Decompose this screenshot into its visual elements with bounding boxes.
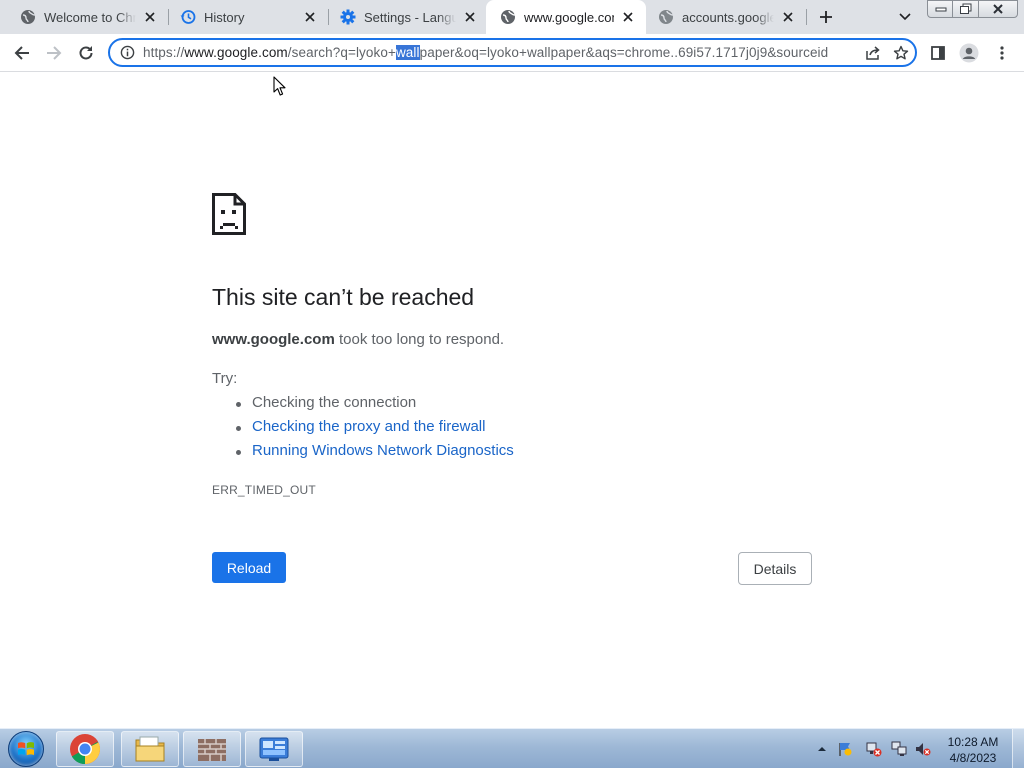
file-explorer-icon bbox=[135, 736, 165, 762]
error-desc-text: took too long to respond. bbox=[334, 331, 505, 348]
control-panel-icon bbox=[259, 737, 289, 761]
details-button[interactable]: Details bbox=[738, 552, 812, 585]
error-description: www.google.com took too long to respond. bbox=[212, 331, 504, 348]
browser-menu-button[interactable] bbox=[988, 39, 1016, 67]
suggestion-check-proxy-link[interactable]: Checking the proxy and the firewall bbox=[235, 418, 485, 435]
windows-taskbar: 10:28 AM 4/8/2023 bbox=[0, 728, 1024, 768]
plus-icon bbox=[820, 11, 832, 23]
forward-button[interactable] bbox=[40, 39, 68, 67]
tab-title: History bbox=[204, 9, 245, 25]
profile-button[interactable] bbox=[955, 39, 983, 67]
clock-time: 10:28 AM bbox=[947, 735, 999, 749]
close-tab-icon[interactable] bbox=[462, 9, 478, 25]
side-panel-button[interactable] bbox=[924, 39, 952, 67]
action-center-flag-icon[interactable] bbox=[837, 741, 853, 757]
volume-muted-icon[interactable] bbox=[915, 741, 931, 757]
avatar-icon bbox=[959, 43, 979, 63]
more-vertical-icon bbox=[1000, 46, 1004, 60]
refresh-icon bbox=[79, 46, 93, 60]
settings-gear-icon bbox=[340, 9, 356, 25]
taskbar-file-explorer[interactable] bbox=[121, 731, 179, 767]
tab-title: www.google.com bbox=[524, 9, 614, 25]
suggestion-check-connection: Checking the connection bbox=[235, 394, 417, 411]
reload-button[interactable]: Reload bbox=[212, 552, 286, 583]
url-host: www.google.com bbox=[184, 45, 288, 60]
network-computers-icon[interactable] bbox=[891, 741, 907, 757]
new-tab-button[interactable] bbox=[814, 5, 838, 29]
sad-page-icon bbox=[212, 193, 246, 235]
show-desktop-button[interactable] bbox=[1012, 729, 1024, 768]
clock-date: 4/8/2023 bbox=[949, 751, 997, 765]
tab-divider bbox=[806, 9, 807, 25]
start-button[interactable] bbox=[6, 730, 46, 768]
close-icon bbox=[993, 4, 1003, 14]
windows-logo-icon bbox=[8, 731, 44, 767]
close-tab-icon[interactable] bbox=[780, 9, 796, 25]
share-icon[interactable] bbox=[859, 41, 887, 65]
tab-welcome[interactable]: Welcome to Chrome bbox=[0, 0, 168, 34]
try-label: Try: bbox=[212, 370, 238, 387]
address-bar[interactable]: https://www.google.com/search?q=lyoko+wa… bbox=[108, 38, 917, 67]
tab-history[interactable]: History bbox=[160, 0, 328, 34]
taskbar-chrome[interactable] bbox=[56, 731, 114, 767]
arrow-right-icon bbox=[47, 46, 62, 60]
close-window-button[interactable] bbox=[978, 0, 1018, 18]
tab-title: Welcome to Chrome bbox=[44, 9, 136, 25]
tab-google-active[interactable]: www.google.com bbox=[486, 0, 646, 34]
taskbar-firewall[interactable] bbox=[183, 731, 241, 767]
bookmark-star-icon[interactable] bbox=[887, 41, 915, 65]
reload-toolbar-button[interactable] bbox=[72, 39, 100, 67]
firewall-icon bbox=[198, 739, 226, 761]
taskbar-control-panel[interactable] bbox=[245, 731, 303, 767]
url-text[interactable]: https://www.google.com/search?q=lyoko+wa… bbox=[143, 45, 859, 60]
url-selection: wall bbox=[395, 45, 420, 60]
error-code: ERR_TIMED_OUT bbox=[212, 483, 316, 497]
chrome-icon bbox=[70, 734, 100, 764]
minimize-icon bbox=[935, 7, 946, 12]
tray-expand-arrow-icon[interactable] bbox=[814, 741, 830, 757]
suggestion-network-diagnostics-link[interactable]: Running Windows Network Diagnostics bbox=[236, 442, 514, 459]
tab-search-button[interactable] bbox=[894, 6, 916, 28]
site-info-icon[interactable] bbox=[119, 45, 135, 61]
restore-window-button[interactable] bbox=[952, 0, 979, 18]
arrow-left-icon bbox=[14, 46, 29, 60]
url-path-rest: paper&oq=lyoko+wallpaper&aqs=chrome..69i… bbox=[419, 45, 829, 60]
tab-title: accounts.google.com bbox=[682, 9, 774, 25]
back-button[interactable] bbox=[8, 39, 36, 67]
network-error-icon[interactable] bbox=[866, 741, 882, 757]
mouse-cursor-icon bbox=[273, 76, 286, 96]
close-tab-icon[interactable] bbox=[302, 9, 318, 25]
globe-icon bbox=[20, 9, 36, 25]
browser-toolbar: https://www.google.com/search?q=lyoko+wa… bbox=[0, 34, 1024, 72]
history-icon bbox=[180, 9, 196, 25]
tab-strip: Welcome to Chrome History Settings - Lan… bbox=[0, 0, 1024, 34]
system-clock[interactable]: 10:28 AM 4/8/2023 bbox=[942, 734, 1004, 766]
error-host: www.google.com bbox=[212, 331, 335, 348]
globe-icon bbox=[500, 9, 516, 25]
tab-accounts-google[interactable]: accounts.google.com bbox=[646, 0, 806, 34]
url-path: /search?q=lyoko+ bbox=[287, 45, 396, 60]
restore-icon bbox=[959, 3, 971, 14]
side-panel-icon bbox=[931, 46, 945, 60]
error-title: This site can’t be reached bbox=[212, 284, 475, 310]
tab-title: Settings - Languages bbox=[364, 9, 456, 25]
tab-settings-languages[interactable]: Settings - Languages bbox=[320, 0, 488, 34]
minimize-window-button[interactable] bbox=[927, 0, 954, 18]
url-scheme: https:// bbox=[143, 45, 185, 60]
close-tab-icon[interactable] bbox=[620, 9, 636, 25]
close-tab-icon[interactable] bbox=[142, 9, 158, 25]
globe-icon bbox=[658, 9, 674, 25]
chevron-down-icon bbox=[899, 13, 911, 21]
